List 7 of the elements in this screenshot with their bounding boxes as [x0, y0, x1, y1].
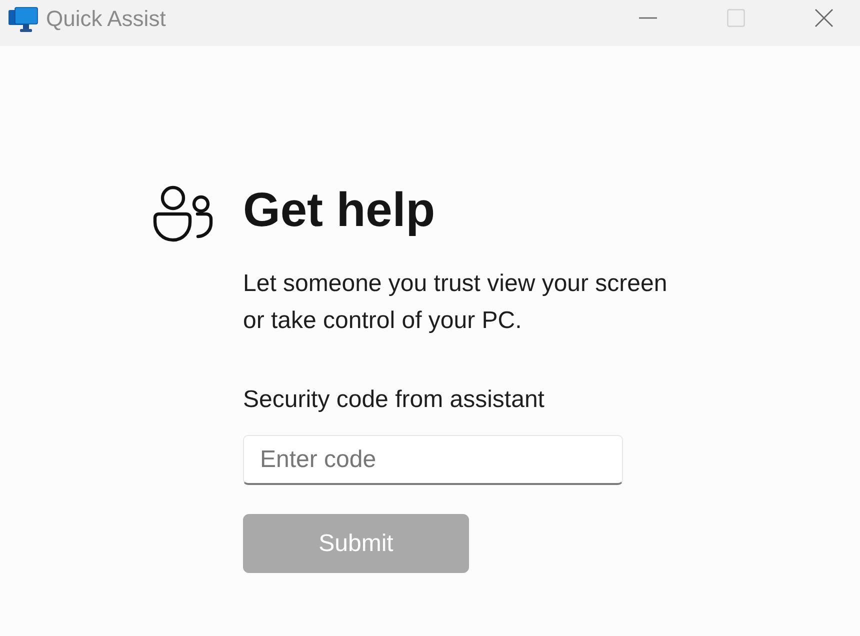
security-code-field[interactable]: Enter code — [243, 435, 623, 485]
window-title: Quick Assist — [46, 6, 166, 32]
monitor-icon — [8, 6, 38, 34]
field-label: Security code from assistant — [243, 385, 544, 415]
description: Let someone you trust view your screen or take control of your PC. — [243, 269, 668, 336]
heading: Get help — [243, 183, 436, 239]
people-icon — [152, 185, 214, 242]
